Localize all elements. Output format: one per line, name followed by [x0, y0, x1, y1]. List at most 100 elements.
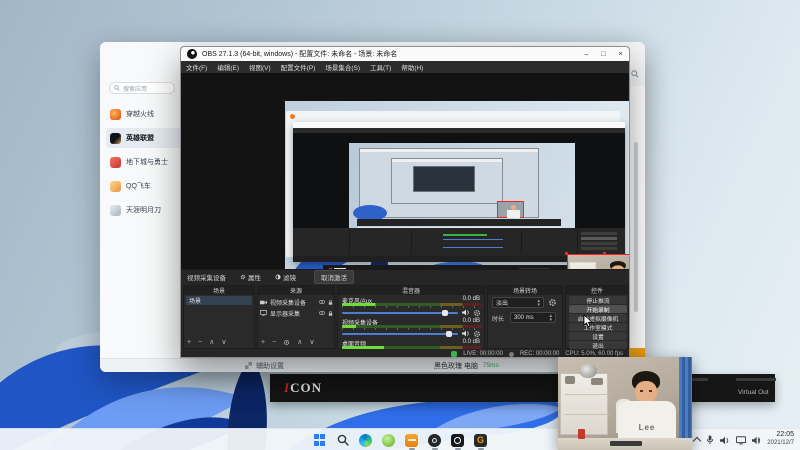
- obs-titlebar[interactable]: OBS 27.1.3 (64-bit, windows) - 配置文件: 未命名…: [181, 47, 629, 61]
- selection-handle[interactable]: [603, 252, 606, 255]
- transition-select[interactable]: 淡出 ▴ ▾: [492, 297, 544, 308]
- search-icon[interactable]: [631, 70, 639, 78]
- remove-source-button[interactable]: −: [272, 339, 276, 347]
- cam-keyboard: [610, 441, 642, 446]
- wegame-game-item[interactable]: 穿越火线: [106, 104, 182, 124]
- search-button[interactable]: [336, 433, 350, 447]
- add-scene-button[interactable]: +: [187, 339, 191, 346]
- scene-item[interactable]: 场景: [186, 296, 252, 305]
- move-source-down-button[interactable]: ∨: [309, 339, 314, 347]
- lock-icon[interactable]: [328, 310, 333, 316]
- start-recording-button[interactable]: 开始录制: [569, 305, 627, 313]
- stop-streaming-button[interactable]: 停止推流: [569, 296, 627, 304]
- speaker-icon[interactable]: [462, 309, 470, 316]
- green-app-button[interactable]: [382, 433, 396, 447]
- search-icon: [337, 434, 349, 446]
- mixer-dock-title[interactable]: 混音器: [338, 286, 484, 295]
- speaker-icon[interactable]: [720, 436, 730, 445]
- studio-mode-button[interactable]: 工作室模式: [569, 323, 627, 331]
- wegame-game-item[interactable]: QQ飞车: [106, 176, 182, 196]
- duration-label: 时长: [492, 317, 505, 323]
- display-icon[interactable]: [736, 435, 746, 445]
- gear-icon: [240, 274, 246, 280]
- mini-control-button: [581, 247, 617, 250]
- dark-round-app-button[interactable]: [428, 433, 442, 450]
- game-icon: [110, 132, 121, 144]
- properties-button[interactable]: 属性: [240, 272, 261, 282]
- menu-profile[interactable]: 配置文件(P): [276, 62, 321, 72]
- controls-dock: 控件 停止推流 开始录制 启动虚拟摄像机 工作室模式 设置 退出: [565, 285, 629, 349]
- minimize-button[interactable]: –: [578, 47, 595, 61]
- cam-curtain: [679, 357, 692, 450]
- source-row[interactable]: 显示器采集: [260, 308, 333, 318]
- mini-dock-separator: [349, 230, 350, 254]
- remove-scene-button[interactable]: −: [198, 339, 202, 346]
- lock-icon[interactable]: [328, 299, 333, 305]
- start-button[interactable]: [313, 433, 327, 447]
- volume-slider[interactable]: [342, 331, 458, 337]
- source-properties-gear-icon[interactable]: [283, 339, 290, 346]
- add-source-button[interactable]: +: [261, 339, 265, 347]
- selection-handle[interactable]: [565, 252, 568, 255]
- clock-time: 22:05: [776, 431, 794, 438]
- menu-help[interactable]: 帮助(H): [396, 62, 428, 72]
- preview-webcam-source-selected[interactable]: [567, 254, 629, 269]
- wegame-game-item-selected[interactable]: 英雄联盟: [106, 128, 182, 148]
- obs-taskbar-button[interactable]: [451, 433, 465, 450]
- ping-value: 75ms: [482, 362, 499, 369]
- gear-icon[interactable]: [473, 309, 481, 317]
- settings-button[interactable]: 设置: [569, 332, 627, 340]
- scenes-dock: 场景 场景 + − ∧ ∨: [183, 285, 255, 349]
- transition-gear-icon[interactable]: [548, 298, 557, 307]
- move-source-up-button[interactable]: ∧: [297, 339, 302, 347]
- tray-chevron-up-icon[interactable]: [692, 436, 702, 446]
- desktop: WeGame 搜索应用 穿越火线 英雄联盟 地下城与勇士 QQ飞车: [0, 0, 800, 450]
- deactivate-button[interactable]: 取消激活: [314, 270, 354, 284]
- gear-icon[interactable]: [473, 330, 481, 338]
- eye-icon[interactable]: [319, 311, 325, 315]
- volume-slider[interactable]: [342, 310, 458, 316]
- menu-edit[interactable]: 编辑(E): [212, 62, 244, 72]
- maximize-button[interactable]: □: [595, 47, 612, 61]
- exit-button[interactable]: 退出: [569, 341, 627, 349]
- wegame-game-item[interactable]: 天涯明月刀: [106, 200, 182, 220]
- obs-menubar: 文件(F) 编辑(E) 视图(V) 配置文件(P) 场景集合(S) 工具(T) …: [181, 61, 629, 73]
- wegame-sidebar: 搜索应用 穿越火线 英雄联盟 地下城与勇士 QQ飞车 天涯明月刀: [100, 42, 184, 358]
- orange-app-button[interactable]: [405, 433, 419, 450]
- live-indicator-icon: [451, 351, 458, 357]
- slider-handle[interactable]: [446, 331, 452, 337]
- scenes-toolbar: + − ∧ ∨: [187, 339, 226, 346]
- sources-dock-title[interactable]: 来源: [258, 286, 334, 295]
- menu-view[interactable]: 视图(V): [244, 62, 276, 72]
- aux-settings-label[interactable]: 辅助设置: [256, 361, 284, 371]
- obs-preview[interactable]: [181, 73, 629, 269]
- speaker-icon[interactable]: [462, 330, 470, 337]
- wegame-game-item[interactable]: 地下城与勇士: [106, 152, 182, 172]
- transitions-dock-title[interactable]: 场景转场: [488, 286, 562, 295]
- controls-dock-title[interactable]: 控件: [566, 286, 628, 295]
- wegame-scrollbar[interactable]: [634, 142, 638, 312]
- slider-handle[interactable]: [442, 310, 448, 316]
- source-row[interactable]: 视频采集设备: [260, 297, 333, 307]
- start-virtual-camera-button[interactable]: 启动虚拟摄像机: [569, 314, 627, 322]
- move-scene-up-button[interactable]: ∧: [209, 339, 214, 346]
- duration-spinbox[interactable]: 300 ms ▴ ▾: [510, 312, 556, 323]
- mic-icon[interactable]: [706, 435, 714, 445]
- menu-scene-collection[interactable]: 场景集合(S): [320, 62, 365, 72]
- taskbar-clock[interactable]: 22:05 2021/12/7: [752, 431, 794, 447]
- edge-browser-button[interactable]: [359, 433, 373, 447]
- obs-source-toolbar: 视频采集设备 属性 滤镜 取消激活: [181, 269, 629, 284]
- scenes-dock-title[interactable]: 场景: [184, 286, 254, 295]
- menu-tools[interactable]: 工具(T): [365, 62, 396, 72]
- wegame-search-input[interactable]: 搜索应用: [109, 82, 175, 94]
- eye-icon[interactable]: [319, 300, 325, 304]
- game-icon: [110, 180, 121, 192]
- rec-timer: REC: 00:00:00: [519, 351, 560, 357]
- filters-button[interactable]: 滤镜: [275, 272, 296, 282]
- cam-cabinet: [569, 261, 597, 269]
- wegame-taskbar-button[interactable]: G: [474, 433, 488, 450]
- webcam-window[interactable]: Lee: [558, 357, 692, 450]
- menu-file[interactable]: 文件(F): [181, 62, 212, 72]
- close-button[interactable]: ×: [612, 47, 629, 61]
- move-scene-down-button[interactable]: ∨: [221, 339, 226, 346]
